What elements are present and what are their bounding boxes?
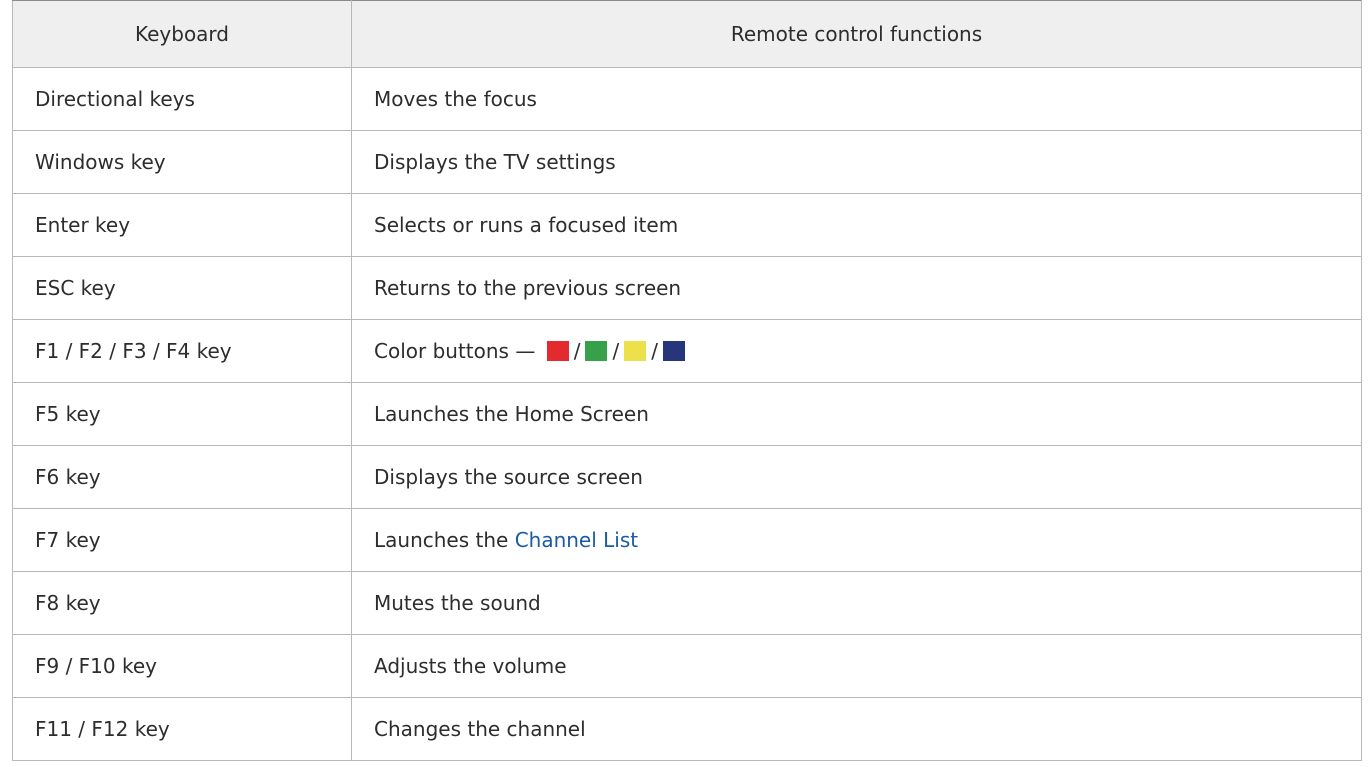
function-cell: Moves the focus	[351, 67, 1362, 131]
header-keyboard: Keyboard	[12, 0, 352, 68]
separator: /	[573, 339, 581, 363]
table-row: ESC key Returns to the previous screen	[12, 256, 1362, 320]
header-remote-functions: Remote control functions	[351, 0, 1362, 68]
function-cell: Launches the Channel List	[351, 508, 1362, 572]
table-row: F6 key Displays the source screen	[12, 445, 1362, 509]
table-row: Windows key Displays the TV settings	[12, 130, 1362, 194]
table-row: Directional keys Moves the focus	[12, 67, 1362, 131]
separator: /	[651, 339, 658, 363]
red-button-icon	[546, 341, 569, 361]
function-cell: Returns to the previous screen	[351, 256, 1362, 320]
keyboard-remote-table: Keyboard Remote control functions Direct…	[12, 0, 1362, 761]
function-cell: Launches the Home Screen	[351, 382, 1362, 446]
function-cell: Changes the channel	[351, 697, 1362, 761]
key-cell: F11 / F12 key	[12, 697, 352, 761]
key-cell: F9 / F10 key	[12, 634, 352, 698]
key-cell: Enter key	[12, 193, 352, 257]
green-button-icon	[585, 341, 608, 361]
key-cell: ESC key	[12, 256, 352, 320]
table-header-row: Keyboard Remote control functions	[12, 0, 1362, 68]
key-cell: Windows key	[12, 130, 352, 194]
key-cell: F6 key	[12, 445, 352, 509]
table-row: F11 / F12 key Changes the channel	[12, 697, 1362, 761]
table-row: Enter key Selects or runs a focused item	[12, 193, 1362, 257]
blue-button-icon	[662, 341, 685, 361]
key-cell: F8 key	[12, 571, 352, 635]
function-cell: Displays the source screen	[351, 445, 1362, 509]
table-row: F9 / F10 key Adjusts the volume	[12, 634, 1362, 698]
function-cell: Color buttons — / / /	[351, 319, 1362, 383]
table-row: F5 key Launches the Home Screen	[12, 382, 1362, 446]
key-cell: F7 key	[12, 508, 352, 572]
color-buttons-label: Color buttons —	[374, 339, 536, 363]
function-text: Launches the	[374, 528, 509, 552]
key-cell: F5 key	[12, 382, 352, 446]
function-cell: Displays the TV settings	[351, 130, 1362, 194]
table-row: F1 / F2 / F3 / F4 key Color buttons — / /…	[12, 319, 1362, 383]
function-cell: Mutes the sound	[351, 571, 1362, 635]
function-cell: Selects or runs a focused item	[351, 193, 1362, 257]
table-row: F8 key Mutes the sound	[12, 571, 1362, 635]
function-cell: Adjusts the volume	[351, 634, 1362, 698]
keyboard-remote-table-container: Keyboard Remote control functions Direct…	[12, 0, 1362, 761]
table-row: F7 key Launches the Channel List	[12, 508, 1362, 572]
key-cell: Directional keys	[12, 67, 352, 131]
channel-list-link[interactable]: Channel List	[515, 528, 638, 552]
separator: /	[612, 339, 620, 363]
yellow-button-icon	[624, 341, 647, 361]
key-cell: F1 / F2 / F3 / F4 key	[12, 319, 352, 383]
